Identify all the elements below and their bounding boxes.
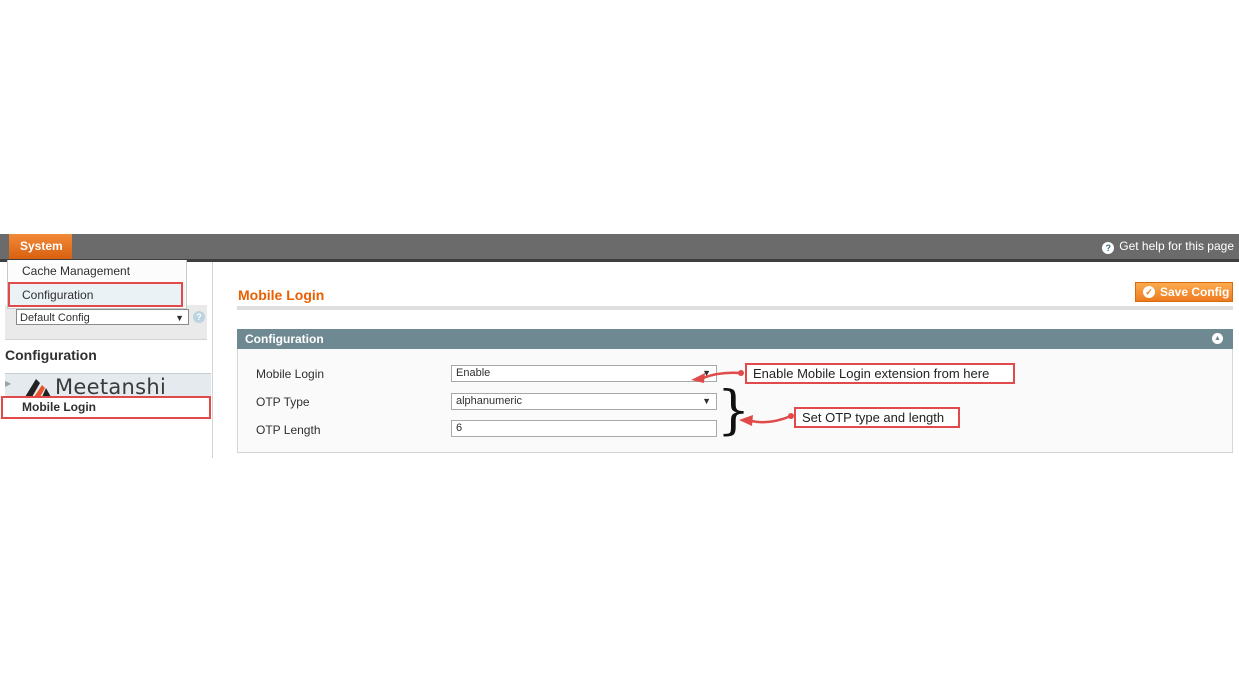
field-label-otp-type: OTP Type — [256, 395, 310, 409]
annotation-note-otp: Set OTP type and length — [794, 407, 960, 428]
section-title: Configuration — [245, 332, 324, 346]
expand-triangle-icon: ▶ — [5, 379, 12, 388]
arrow-annotation-1 — [691, 370, 744, 383]
help-link-label: Get help for this page — [1119, 239, 1234, 253]
section-header[interactable]: Configuration ▲ — [237, 329, 1233, 349]
sidebar-group-meetanshi[interactable]: ▶ Meetanshi — [5, 373, 211, 399]
otp-length-value: 6 — [456, 422, 463, 434]
collapse-icon[interactable]: ▲ — [1212, 333, 1223, 344]
otp-type-value: alphanumeric — [456, 395, 523, 407]
page-title: Mobile Login — [238, 287, 325, 303]
meetanshi-logo-icon — [25, 379, 51, 397]
mobile-login-value: Enable — [456, 367, 491, 379]
help-icon: ? — [1102, 242, 1115, 254]
help-link[interactable]: ? Get help for this page — [1102, 234, 1234, 259]
menu-system-label: System — [20, 239, 63, 253]
menu-system[interactable]: System — [9, 234, 72, 259]
highlight-mobile-login — [1, 396, 211, 419]
field-label-otp-length: OTP Length — [256, 423, 321, 437]
chevron-down-icon: ▼ — [702, 396, 711, 406]
sidebar-title: Configuration — [5, 347, 97, 363]
annotation-note-enable: Enable Mobile Login extension from here — [745, 363, 1015, 384]
otp-length-input[interactable]: 6 — [451, 420, 717, 437]
chevron-down-icon: ▼ — [175, 313, 184, 323]
otp-type-select[interactable]: alphanumeric ▼ — [451, 393, 717, 410]
menu-item-label: Cache Management — [22, 264, 131, 278]
check-icon: ✓ — [1143, 286, 1155, 298]
title-divider — [237, 306, 1233, 310]
admin-nav-bar: System ? Get help for this page — [0, 234, 1239, 262]
save-config-button[interactable]: ✓ Save Config — [1135, 282, 1233, 302]
save-config-label: Save Config — [1160, 285, 1230, 299]
scope-help-icon[interactable]: ? — [193, 311, 205, 323]
menu-item-cache-management[interactable]: Cache Management — [9, 260, 185, 282]
arrow-annotation-2 — [739, 413, 794, 426]
highlight-configuration — [8, 282, 183, 307]
mobile-login-select[interactable]: Enable ▼ — [451, 365, 717, 382]
field-label-mobile-login: Mobile Login — [256, 367, 325, 381]
scope-select-value: Default Config — [20, 312, 90, 324]
scope-select[interactable]: Default Config ▼ — [16, 309, 189, 325]
